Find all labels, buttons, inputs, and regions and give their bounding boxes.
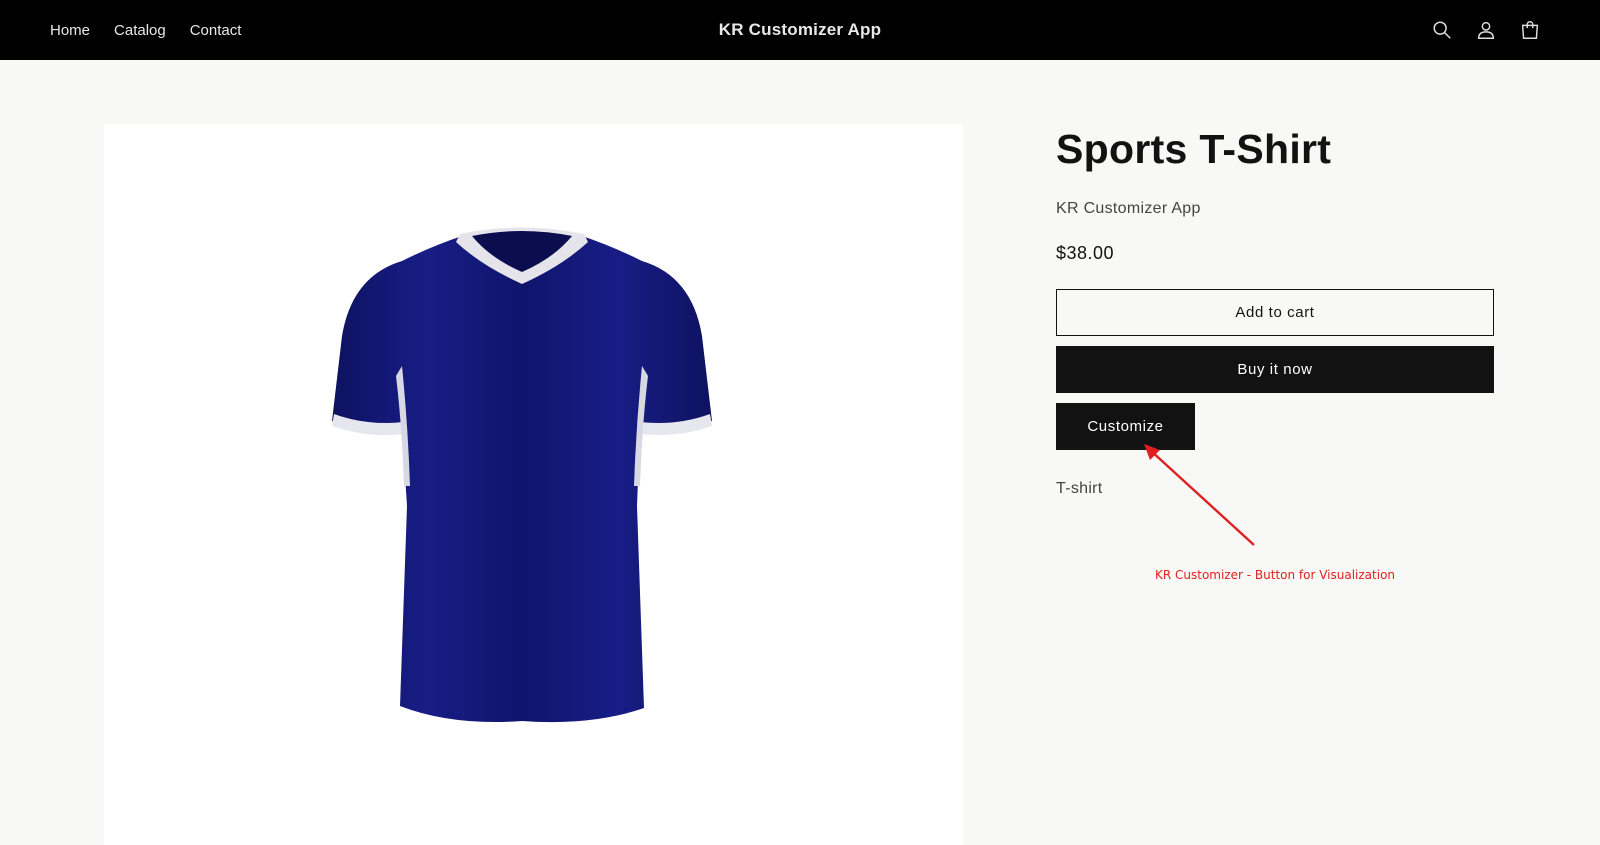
site-header: Home Catalog Contact KR Customizer App <box>0 0 1600 60</box>
nav-home-link[interactable]: Home <box>50 22 90 39</box>
cart-icon[interactable] <box>1518 18 1542 42</box>
header-icons <box>1430 0 1542 60</box>
annotation-arrow-icon <box>1144 444 1255 546</box>
search-icon[interactable] <box>1430 18 1454 42</box>
product-price: $38.00 <box>1056 243 1115 263</box>
account-icon[interactable] <box>1474 18 1498 42</box>
nav-contact-link[interactable]: Contact <box>190 22 242 39</box>
product-description: T-shirt <box>1056 480 1103 497</box>
product-info: Sports T-Shirt KR Customizer App $38.00 … <box>1056 124 1494 498</box>
tshirt-image <box>332 227 712 723</box>
product-image-container[interactable] <box>104 124 963 845</box>
product-vendor: KR Customizer App <box>1056 200 1201 217</box>
add-to-cart-button[interactable]: Add to cart <box>1056 289 1494 336</box>
product-title: Sports T-Shirt <box>1056 126 1332 172</box>
annotation-label: KR Customizer - Button for Visualization <box>1155 568 1396 582</box>
buy-it-now-button[interactable]: Buy it now <box>1056 346 1494 393</box>
store-logo-text[interactable]: KR Customizer App <box>719 20 881 40</box>
nav-catalog-link[interactable]: Catalog <box>114 22 166 39</box>
main-nav: Home Catalog Contact <box>50 0 241 60</box>
